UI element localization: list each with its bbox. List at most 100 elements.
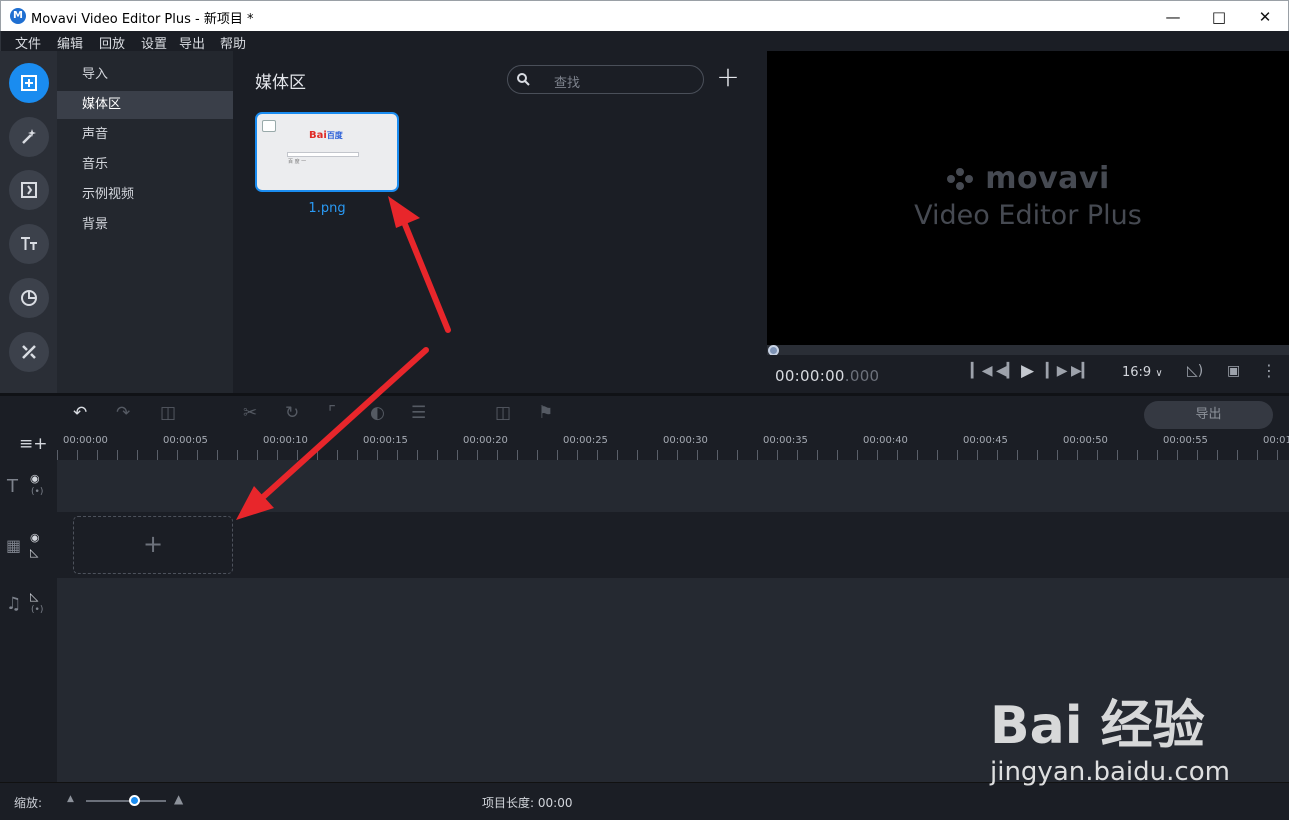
link-icon[interactable]: (•)	[31, 605, 43, 615]
cut-icon[interactable]: ✂	[243, 403, 257, 423]
menu-edit[interactable]: 编辑	[57, 33, 83, 52]
zoom-out-icon[interactable]: ▲	[67, 794, 74, 804]
ruler-label: 00:00:20	[463, 435, 508, 446]
volume-icon[interactable]: ◺	[30, 590, 38, 603]
brand-subtitle: Video Editor Plus	[914, 200, 1142, 231]
title-track[interactable]	[57, 460, 1289, 512]
ruler-label: 00:00:50	[1063, 435, 1108, 446]
menu-bar: 文件 编辑 回放 设置 导出 帮助	[0, 31, 1289, 52]
movavi-dots-icon	[947, 168, 974, 190]
media-bin: 媒体区 查找 + Bai百度 百 度 一 1.png	[233, 51, 766, 393]
transition-icon[interactable]	[9, 170, 49, 210]
category-import[interactable]: 导入	[57, 61, 233, 89]
category-media-bin[interactable]: 媒体区	[57, 91, 233, 119]
ruler-label: 00:00:10	[263, 435, 308, 446]
thumbnail-logo: Bai百度	[309, 130, 343, 141]
add-media-button[interactable]: +	[716, 63, 740, 92]
category-sample-videos[interactable]: 示例视频	[57, 181, 233, 209]
timecode: 00:00:00.000	[775, 367, 880, 385]
minimize-icon[interactable]: —	[1150, 1, 1196, 32]
crop-icon[interactable]: ⌜	[328, 403, 336, 423]
undo-icon[interactable]: ↶	[73, 403, 87, 423]
ruler-label: 00:00:40	[863, 435, 908, 446]
ruler-label: 00:01	[1263, 435, 1289, 446]
ruler-label: 00:00:25	[563, 435, 608, 446]
add-track-icon[interactable]: ≡+	[19, 434, 48, 454]
menu-playback[interactable]: 回放	[99, 33, 125, 52]
export-button[interactable]: 导出	[1144, 401, 1273, 429]
clip-properties-icon[interactable]: ☰	[411, 403, 426, 423]
tools-icon[interactable]	[9, 332, 49, 372]
aspect-ratio-select[interactable]: 16:9 ∨	[1122, 365, 1163, 380]
ruler-label: 00:00:05	[163, 435, 208, 446]
delete-icon[interactable]: ◫	[160, 403, 176, 423]
close-icon[interactable]: ✕	[1242, 1, 1288, 32]
skip-end-icon[interactable]: ▶▎	[1071, 363, 1093, 379]
menu-help[interactable]: 帮助	[220, 33, 246, 52]
watermark-line2: jingyan.baidu.com	[990, 757, 1230, 787]
ruler-label: 00:00:15	[363, 435, 408, 446]
category-music[interactable]: 音乐	[57, 151, 233, 179]
category-list: 导入 媒体区 声音 音乐 示例视频 背景	[57, 51, 233, 393]
text-track-icon: T	[7, 476, 18, 497]
prev-frame-icon[interactable]: ◀▎	[996, 363, 1018, 379]
zoom-in-icon[interactable]: ▲	[174, 792, 183, 806]
marker-flag-icon[interactable]: ⚑	[538, 403, 553, 423]
category-sounds[interactable]: 声音	[57, 121, 233, 149]
movavi-icon: M	[10, 8, 26, 24]
watermark-line1: Bai 经验	[990, 696, 1205, 756]
movavi-logo: movavi Video Editor Plus	[767, 161, 1289, 231]
menu-export[interactable]: 导出	[179, 33, 205, 52]
track-headers: ≡+ T ◉ (•) ▦ ◉ ◺ ♫ ◺ (•)	[0, 432, 57, 782]
sticker-icon[interactable]	[9, 278, 49, 318]
volume-icon[interactable]: ◺	[30, 546, 38, 559]
menu-file[interactable]: 文件	[15, 33, 41, 52]
player-controls: 00:00:00.000 ▎◀ ◀▎ ▶ ▎▶ ▶▎ 16:9 ∨ ◺) ▣ ⋮	[767, 355, 1289, 393]
media-thumbnail[interactable]: Bai百度 百 度 一	[255, 112, 399, 192]
preview-scrubber[interactable]	[767, 345, 1289, 356]
import-icon[interactable]	[9, 63, 49, 103]
search-input[interactable]: 查找	[507, 65, 704, 94]
checkbox-icon[interactable]	[262, 120, 276, 132]
media-bin-title: 媒体区	[255, 73, 306, 93]
eye-icon[interactable]: ◉	[30, 472, 40, 485]
window-title: Movavi Video Editor Plus - 新项目 *	[31, 12, 254, 27]
menu-settings[interactable]: 设置	[141, 33, 167, 52]
transition-wizard-icon[interactable]: ◫	[495, 403, 511, 423]
thumbnail-text: 百 度 一	[288, 159, 307, 165]
video-track[interactable]	[57, 512, 1289, 578]
zoom-slider-handle[interactable]	[129, 795, 140, 806]
title-bar: M Movavi Video Editor Plus - 新项目 * — □ ✕	[0, 0, 1289, 31]
magic-wand-icon[interactable]	[9, 117, 49, 157]
search-placeholder: 查找	[554, 76, 581, 91]
maximize-icon[interactable]: □	[1196, 1, 1242, 32]
link-icon[interactable]: (•)	[31, 487, 43, 497]
skip-start-icon[interactable]: ▎◀	[971, 363, 993, 379]
media-filename: 1.png	[308, 201, 346, 216]
ruler-label: 00:00:30	[663, 435, 708, 446]
play-icon[interactable]: ▶	[1021, 361, 1034, 381]
snapshot-icon[interactable]: ▣	[1227, 363, 1240, 379]
rotate-icon[interactable]: ↻	[285, 403, 299, 423]
more-icon[interactable]: ⋮	[1261, 361, 1277, 380]
ruler-ticks	[57, 450, 1289, 460]
preview-player: movavi Video Editor Plus	[767, 51, 1289, 345]
ruler-label: 00:00:35	[763, 435, 808, 446]
volume-icon[interactable]: ◺)	[1187, 363, 1203, 379]
clip-drop-zone[interactable]: +	[73, 516, 233, 574]
ruler-label: 00:00:00	[63, 435, 108, 446]
zoom-label: 缩放:	[14, 796, 43, 810]
video-track-icon: ▦	[6, 536, 22, 555]
search-icon	[517, 73, 530, 86]
project-length: 项目长度: 00:00	[482, 796, 573, 810]
brand-name: movavi	[985, 161, 1110, 196]
ruler-label: 00:00:45	[963, 435, 1008, 446]
baidu-watermark: Bai 经验 jingyan.baidu.com	[990, 683, 1270, 793]
next-frame-icon[interactable]: ▎▶	[1046, 363, 1068, 379]
eye-icon[interactable]: ◉	[30, 531, 40, 544]
category-backgrounds[interactable]: 背景	[57, 211, 233, 239]
color-adjust-icon[interactable]: ◐	[370, 403, 385, 423]
text-icon[interactable]	[9, 224, 49, 264]
redo-icon[interactable]: ↷	[116, 403, 130, 423]
zoom-slider[interactable]	[86, 800, 166, 802]
